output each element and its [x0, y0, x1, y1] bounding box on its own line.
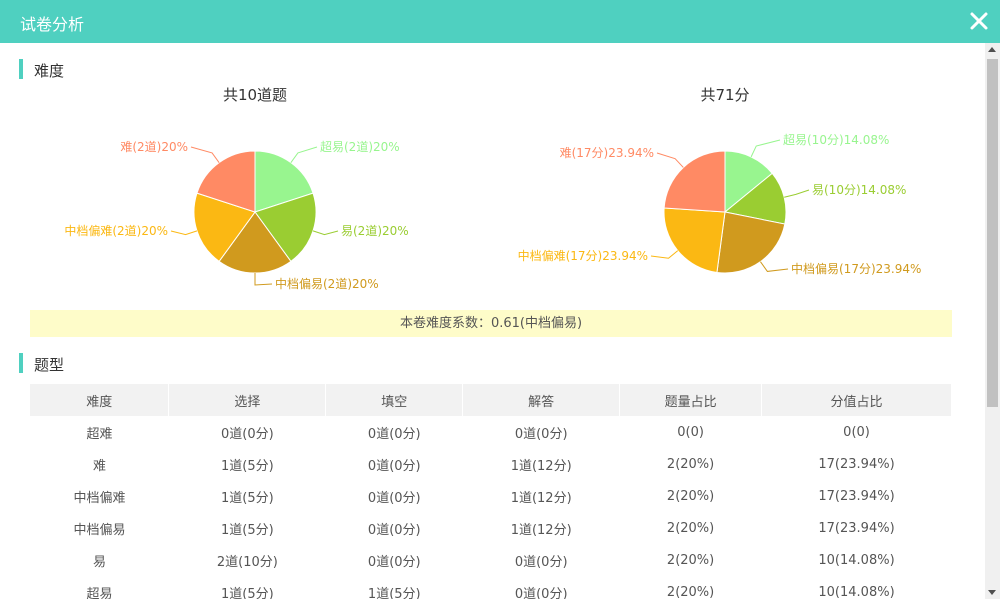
pie-slice-label: 易(2道)20%	[341, 224, 409, 238]
table-header-cell: 题量占比	[619, 384, 763, 416]
pie-leader-line	[190, 146, 220, 163]
table-cell: 2(20%)	[666, 488, 715, 504]
table-cell: 中档偏难	[73, 490, 126, 506]
table-cell: 2(20%)	[666, 456, 715, 472]
question-type-table: 难度 选择 填空 解答 题量占比 分值占比 超难 0道(0分) 0道(0分) 0道(0…	[30, 384, 952, 599]
table-row: 超难 0道(0分) 0道(0分) 0道(0分) 0(0) 0(0)	[30, 416, 952, 448]
table-cell: 0道(0分)	[367, 522, 421, 538]
table-header-row: 难度 选择 填空 解答 题量占比 分值占比	[30, 384, 952, 416]
table-cell: 超易	[86, 586, 113, 599]
table-header-cell: 分值占比	[761, 384, 952, 416]
pie-slice[interactable]	[663, 207, 726, 274]
pie-slice-label: 中档偏难(17分)23.94%	[518, 248, 648, 263]
table-row: 中档偏易 1道(5分) 0道(0分) 1道(12分) 2(20%) 17(23.94%)	[30, 512, 952, 544]
table-cell: 1道(12分)	[510, 490, 572, 506]
pie-slice-label: 中档偏易(2道)20%	[275, 276, 379, 291]
scroll-up-arrow-icon[interactable]	[988, 47, 996, 52]
pie-leader-line	[254, 273, 273, 286]
pie-slice-label: 难(2道)20%	[120, 140, 188, 154]
table-cell: 1道(12分)	[510, 522, 572, 538]
table-cell: 0(0)	[843, 424, 870, 440]
pie-leader-line	[656, 152, 684, 168]
table-cell: 超难	[86, 426, 113, 442]
table-cell: 1道(5分)	[221, 586, 274, 599]
table-cell: 1道(12分)	[510, 458, 572, 474]
table-cell: 0道(0分)	[514, 426, 568, 442]
table-cell: 10(14.08%)	[818, 552, 895, 568]
pie-slice-label: 超易(2道)20%	[320, 139, 400, 154]
dialog-titlebar: 试卷分析	[0, 0, 1000, 43]
pie-slice-label: 中档偏易(17分)23.94%	[791, 261, 921, 276]
question-type-heading-text: 题型	[34, 356, 65, 374]
dialog-title: 试卷分析	[20, 15, 85, 34]
table-cell: 17(23.94%)	[818, 488, 895, 504]
table-cell: 0道(0分)	[367, 426, 421, 442]
close-icon[interactable]	[968, 10, 990, 32]
table-cell: 难	[92, 458, 106, 474]
pie-leader-line	[750, 139, 781, 158]
difficulty-pie-charts: 超易(2道)20% 易(2道)20% 中档偏易(2道)20% 中档偏难(2道)20% 难…	[64, 132, 921, 291]
pie-leader-line	[650, 250, 679, 259]
table-cell: 2(20%)	[666, 552, 715, 568]
table-cell: 0道(0分)	[367, 554, 421, 570]
table-cell: 0(0)	[677, 424, 704, 440]
table-cell: 1道(5分)	[221, 490, 274, 506]
pie-slice[interactable]	[663, 150, 726, 213]
table-cell: 1道(5分)	[221, 522, 274, 538]
table-row: 中档偏难 1道(5分) 0道(0分) 1道(12分) 2(20%) 17(23.94%)	[30, 480, 952, 512]
table-cell: 中档偏易	[73, 522, 126, 538]
table-cell: 2(20%)	[666, 584, 715, 599]
table-cell: 17(23.94%)	[818, 520, 895, 536]
pie-leader-line	[760, 261, 789, 272]
table-cell: 0道(0分)	[367, 490, 421, 506]
table-header-cell: 选择	[168, 384, 327, 416]
table-row: 易 2道(10分) 0道(0分) 0道(0分) 2(20%) 10(14.08%)	[30, 544, 952, 576]
table-cell: 易	[92, 554, 106, 570]
pie-leader-line	[312, 230, 339, 236]
section-accent-bar	[19, 353, 23, 373]
table-cell: 0道(0分)	[221, 426, 274, 442]
scroll-down-arrow-icon[interactable]	[988, 590, 996, 595]
vertical-scrollbar[interactable]	[985, 43, 1000, 599]
pie-leader-line	[170, 230, 198, 236]
dialog-content: 难度 共10道题 共71分 超易(2道)20% 易(2道)20% 中档偏易(2道)2…	[0, 43, 985, 599]
table-row: 难 1道(5分) 0道(0分) 1道(12分) 2(20%) 17(23.94%)	[30, 448, 952, 480]
pie-leader-line	[290, 146, 318, 163]
table-cell: 2道(10分)	[216, 554, 278, 570]
pie-slice-label: 超易(10分)14.08%	[783, 132, 889, 147]
difficulty-coefficient-banner: 本卷难度系数：0.61(中档偏易)	[30, 310, 952, 337]
table-header-cell: 解答	[462, 384, 621, 416]
pie-slice-label: 中档偏难(2道)20%	[64, 223, 168, 238]
table-row: 超易 1道(5分) 1道(5分) 0道(0分) 2(20%) 10(14.08%)	[30, 576, 952, 599]
table-header-cell: 难度	[30, 384, 170, 416]
table-cell: 0道(0分)	[367, 458, 421, 474]
pie-slice-label: 难(17分)23.94%	[560, 146, 654, 160]
table-cell: 1道(5分)	[367, 586, 421, 599]
table-cell: 2(20%)	[666, 520, 715, 536]
table-header-cell: 填空	[325, 384, 464, 416]
table-cell: 10(14.08%)	[818, 584, 895, 599]
table-cell: 0道(0分)	[514, 586, 568, 599]
table-cell: 1道(5分)	[221, 458, 274, 474]
pie-slice-label: 易(10分)14.08%	[812, 183, 906, 197]
pie-leader-line	[784, 189, 810, 198]
table-cell: 17(23.94%)	[818, 456, 895, 472]
scrollbar-thumb[interactable]	[987, 59, 998, 407]
table-cell: 0道(0分)	[514, 554, 568, 570]
